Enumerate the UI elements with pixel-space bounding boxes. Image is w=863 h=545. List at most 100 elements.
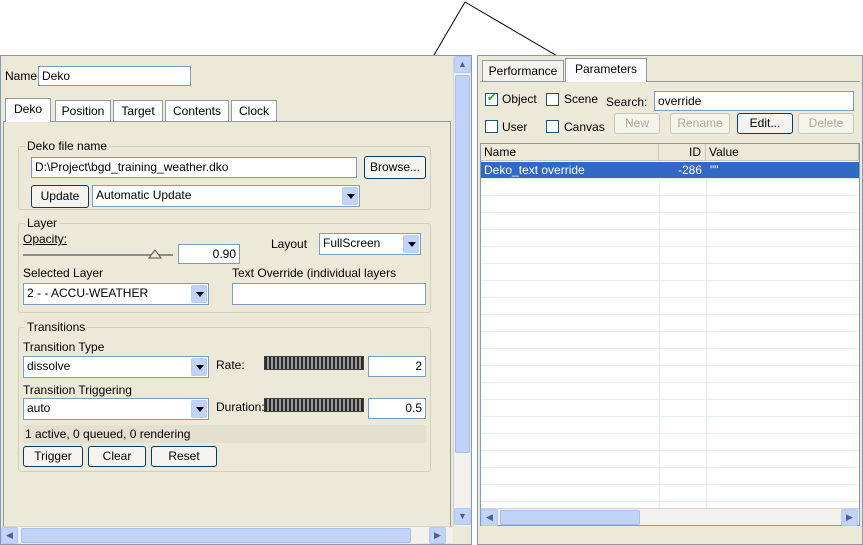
object-checkbox[interactable] xyxy=(485,91,498,106)
table-row[interactable]: Deko_text override -286 "" xyxy=(481,162,859,178)
grid-column-divider xyxy=(706,161,707,525)
left-horizontal-scrollbar[interactable]: ◀ ▶ xyxy=(1,526,453,544)
left-vertical-scroll-thumb[interactable] xyxy=(455,75,470,453)
grid-column-divider xyxy=(659,161,660,525)
grid-row-divider xyxy=(481,433,859,434)
tab-position[interactable]: Position xyxy=(55,100,111,122)
scroll-left-icon[interactable]: ◀ xyxy=(1,527,18,544)
transition-type-select[interactable]: dissolve xyxy=(23,356,209,378)
scene-label: Scene xyxy=(564,92,599,106)
grid-row-divider xyxy=(481,314,859,315)
grid-horizontal-scrollbar[interactable]: ◀ ▶ xyxy=(481,508,859,526)
selected-layer-label: Selected Layer xyxy=(23,266,104,280)
scene-checkbox[interactable] xyxy=(546,93,559,106)
user-checkbox[interactable] xyxy=(485,120,498,133)
grid-row-divider xyxy=(481,467,859,468)
left-horizontal-scroll-thumb[interactable] xyxy=(21,528,411,543)
opacity-slider-thumb-icon[interactable] xyxy=(148,249,162,259)
delete-button[interactable]: Delete xyxy=(798,113,854,134)
grid-row-divider xyxy=(481,365,859,366)
grid-row-divider xyxy=(481,229,859,230)
transition-triggering-value: auto xyxy=(27,401,51,415)
tab-contents[interactable]: Contents xyxy=(165,100,229,122)
trigger-button[interactable]: Trigger xyxy=(23,446,83,467)
scroll-left-icon[interactable]: ◀ xyxy=(481,509,498,526)
grid-row-divider xyxy=(481,348,859,349)
deko-file-path-field[interactable]: D:\Project\bgd_training_weather.dko xyxy=(31,157,357,178)
column-header-value[interactable]: Value xyxy=(706,144,859,161)
chevron-down-icon[interactable] xyxy=(191,358,207,376)
rename-button[interactable]: Rename xyxy=(670,113,730,134)
transition-type-label: Transition Type xyxy=(23,340,105,354)
layout-value: FullScreen xyxy=(323,236,381,250)
grid-row-divider xyxy=(481,195,859,196)
grid-horizontal-scroll-thumb[interactable] xyxy=(500,510,640,525)
text-override-label: Text Override (individual layers xyxy=(232,266,397,280)
chevron-down-icon[interactable] xyxy=(191,285,207,303)
row-value-cell: "" xyxy=(710,163,719,177)
scroll-up-icon[interactable]: ▲ xyxy=(454,56,471,73)
browse-button[interactable]: Browse... xyxy=(364,156,426,179)
search-input[interactable]: override xyxy=(654,91,854,111)
reset-button[interactable]: Reset xyxy=(151,446,217,467)
search-label: Search: xyxy=(606,95,648,109)
grid-row-divider xyxy=(481,297,859,298)
layout-select[interactable]: FullScreen xyxy=(319,233,421,255)
row-name-cell: Deko_text override xyxy=(484,163,585,177)
name-field[interactable]: Deko xyxy=(38,66,191,86)
chevron-down-icon[interactable] xyxy=(191,400,207,418)
rate-value-field[interactable]: 2 xyxy=(368,356,426,377)
duration-label: Duration: xyxy=(216,400,265,414)
tab-target[interactable]: Target xyxy=(113,100,163,122)
transition-status: 1 active, 0 queued, 0 rendering xyxy=(23,425,426,443)
deko-properties-panel: Name: Deko Deko Position Target Contents… xyxy=(0,55,472,545)
left-vertical-scrollbar[interactable]: ▲ ▼ xyxy=(453,56,471,526)
grid-row-divider xyxy=(481,331,859,332)
new-button[interactable]: New xyxy=(614,113,660,134)
grid-row-divider xyxy=(481,450,859,451)
grid-row-divider xyxy=(481,399,859,400)
grid-row-divider xyxy=(481,280,859,281)
canvas-label: Canvas xyxy=(564,120,605,134)
rate-label: Rate: xyxy=(216,358,245,372)
tab-performance[interactable]: Performance xyxy=(482,60,564,82)
object-label: Object xyxy=(502,92,537,106)
layout-label: Layout xyxy=(271,237,308,251)
clear-button[interactable]: Clear xyxy=(88,446,146,467)
grid-row-divider xyxy=(481,484,859,485)
layer-group-title: Layer xyxy=(25,216,60,230)
update-mode-select[interactable]: Automatic Update xyxy=(92,185,360,207)
transitions-group-title: Transitions xyxy=(25,320,88,334)
user-label: User xyxy=(502,120,528,134)
tab-deko[interactable]: Deko xyxy=(5,98,51,122)
parameters-panel: Performance Parameters Object Scene Sear… xyxy=(477,55,863,545)
edit-button[interactable]: Edit... xyxy=(737,113,793,134)
column-header-id[interactable]: ID xyxy=(659,144,706,161)
transition-triggering-label: Transition Triggering xyxy=(23,383,132,397)
chevron-down-icon[interactable] xyxy=(403,235,419,253)
scroll-right-icon[interactable]: ▶ xyxy=(841,509,858,526)
grid-row-divider xyxy=(481,246,859,247)
transitions-group: Transitions Transition Type dissolve Rat… xyxy=(18,320,431,472)
transition-type-value: dissolve xyxy=(27,359,71,373)
tab-clock[interactable]: Clock xyxy=(231,100,277,122)
transition-triggering-select[interactable]: auto xyxy=(23,398,209,420)
selected-layer-select[interactable]: 2 - - ACCU-WEATHER xyxy=(23,283,209,305)
rate-meter[interactable] xyxy=(264,356,364,370)
chevron-down-icon[interactable] xyxy=(342,187,358,205)
text-override-field[interactable] xyxy=(232,283,426,305)
opacity-value-field[interactable]: 0.90 xyxy=(178,244,240,264)
name-label: Name: xyxy=(5,69,41,83)
canvas-checkbox[interactable] xyxy=(546,120,559,133)
grid-row-divider xyxy=(481,263,859,264)
duration-value-field[interactable]: 0.5 xyxy=(368,398,426,419)
scroll-right-icon[interactable]: ▶ xyxy=(429,527,446,544)
tab-divider xyxy=(480,81,860,82)
column-header-name[interactable]: Name xyxy=(481,144,659,161)
layer-group: Layer Opacity: 0.90 Layout FullScreen Se… xyxy=(18,216,431,313)
grid-row-divider xyxy=(481,178,859,179)
update-button[interactable]: Update xyxy=(31,185,89,208)
scroll-down-icon[interactable]: ▼ xyxy=(454,508,471,525)
tab-parameters[interactable]: Parameters xyxy=(565,58,647,82)
duration-meter[interactable] xyxy=(264,398,364,412)
